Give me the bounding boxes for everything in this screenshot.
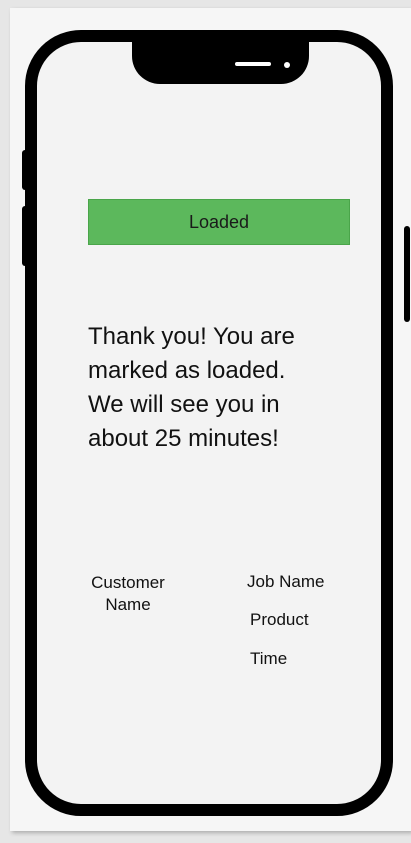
- time-label: Time: [250, 649, 288, 668]
- phone-power-button: [404, 226, 410, 322]
- product-label: Product: [250, 610, 309, 629]
- phone-notch: [132, 38, 309, 84]
- speaker-icon: [235, 62, 271, 66]
- customer-name-line: Name: [105, 595, 151, 614]
- message-line: Thank you! You are: [88, 323, 295, 350]
- message-line: We will see you in: [88, 391, 280, 418]
- camera-icon: [284, 62, 290, 68]
- confirmation-message: Thank you! You are marked as loaded. We …: [88, 320, 358, 456]
- customer-name-line: Customer: [91, 573, 165, 592]
- customer-name-label: Customer Name: [78, 572, 178, 616]
- message-line: marked as loaded.: [88, 357, 286, 384]
- status-label: Loaded: [188, 211, 250, 232]
- job-name-label: Job Name: [247, 572, 325, 591]
- message-line: about 25 minutes!: [88, 425, 279, 452]
- loaded-status-banner: Loaded: [88, 199, 350, 245]
